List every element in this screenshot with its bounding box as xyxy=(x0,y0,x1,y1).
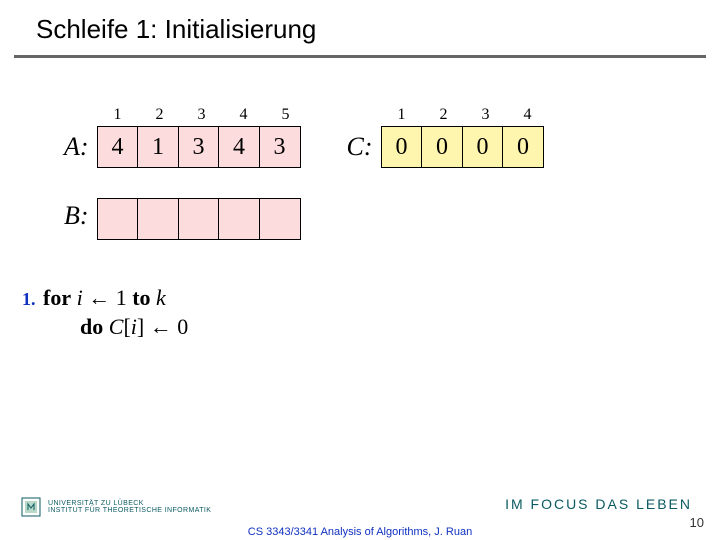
footer-tagline: IM FOCUS DAS LEBEN xyxy=(505,496,692,512)
index-cell: 2 xyxy=(423,106,465,126)
array-c-indices: 1 2 3 4 xyxy=(381,106,549,126)
array-cell: 4 xyxy=(218,126,260,168)
array-b-label: B: xyxy=(64,201,89,237)
pseudocode-line-2: do C[i] ← 0 xyxy=(80,313,720,342)
uni-line1: UNIVERSITÄT ZU LÜBECK xyxy=(48,500,211,507)
array-c-grid: 1 2 3 4 0 0 0 0 xyxy=(381,106,549,168)
arrays-container: A: 1 2 3 4 5 4 1 3 4 3 C: 1 2 3 xyxy=(64,106,720,168)
array-a-grid: 1 2 3 4 5 4 1 3 4 3 xyxy=(97,106,307,168)
index-cell: 1 xyxy=(381,106,423,126)
array-cell xyxy=(97,198,139,240)
literal-zero: 0 xyxy=(177,314,188,339)
keyword-to: to xyxy=(132,285,150,310)
index-cell: 2 xyxy=(139,106,181,126)
array-c-label: C: xyxy=(347,132,373,168)
index-cell: 4 xyxy=(223,106,265,126)
var-C: C xyxy=(109,314,124,339)
array-a-indices: 1 2 3 4 5 xyxy=(97,106,307,126)
attribution: CS 3343/3341 Analysis of Algorithms, J. … xyxy=(248,526,472,538)
var-k: k xyxy=(156,285,166,310)
keyword-for: for xyxy=(43,285,71,310)
page-number: 10 xyxy=(690,515,704,530)
index-cell: 4 xyxy=(507,106,549,126)
array-b-block: B: xyxy=(64,198,720,240)
array-cell: 3 xyxy=(178,126,220,168)
index-cell: 1 xyxy=(97,106,139,126)
university-logo-icon xyxy=(20,496,42,518)
array-c-block: C: 1 2 3 4 0 0 0 0 xyxy=(347,106,549,168)
array-cell: 0 xyxy=(502,126,544,168)
footer-logo: UNIVERSITÄT ZU LÜBECK INSTITUT FÜR THEOR… xyxy=(20,496,211,518)
slide-title: Schleife 1: Initialisierung xyxy=(0,0,720,53)
index-cell: 3 xyxy=(465,106,507,126)
var-i: i xyxy=(77,285,83,310)
index-cell: 5 xyxy=(265,106,307,126)
title-underline xyxy=(14,55,706,58)
array-cell xyxy=(178,198,220,240)
arrow-left: ← xyxy=(150,314,172,339)
array-a-label: A: xyxy=(64,132,89,168)
array-b-cells xyxy=(97,198,301,240)
array-cell: 1 xyxy=(137,126,179,168)
array-cell: 4 xyxy=(97,126,139,168)
pseudocode: 1. for i ← 1 to k do C[i] ← 0 xyxy=(22,284,720,341)
array-cell xyxy=(218,198,260,240)
array-cell: 0 xyxy=(421,126,463,168)
university-name: UNIVERSITÄT ZU LÜBECK INSTITUT FÜR THEOR… xyxy=(48,500,211,515)
array-cell: 0 xyxy=(381,126,423,168)
array-cell: 0 xyxy=(462,126,504,168)
index-cell: 3 xyxy=(181,106,223,126)
uni-line2: INSTITUT FÜR THEORETISCHE INFORMATIK xyxy=(48,507,211,514)
line-number: 1. xyxy=(22,289,36,309)
array-cell: 3 xyxy=(259,126,301,168)
bracket-open: [ xyxy=(123,314,130,339)
keyword-do: do xyxy=(80,314,103,339)
array-c-cells: 0 0 0 0 xyxy=(381,126,549,168)
array-cell xyxy=(137,198,179,240)
bracket-close: ] xyxy=(137,314,144,339)
literal-one: 1 xyxy=(116,285,127,310)
arrow-left: ← xyxy=(88,285,110,310)
array-cell xyxy=(259,198,301,240)
array-a-cells: 4 1 3 4 3 xyxy=(97,126,307,168)
array-a-block: A: 1 2 3 4 5 4 1 3 4 3 xyxy=(64,106,307,168)
pseudocode-line-1: 1. for i ← 1 to k xyxy=(22,284,720,313)
